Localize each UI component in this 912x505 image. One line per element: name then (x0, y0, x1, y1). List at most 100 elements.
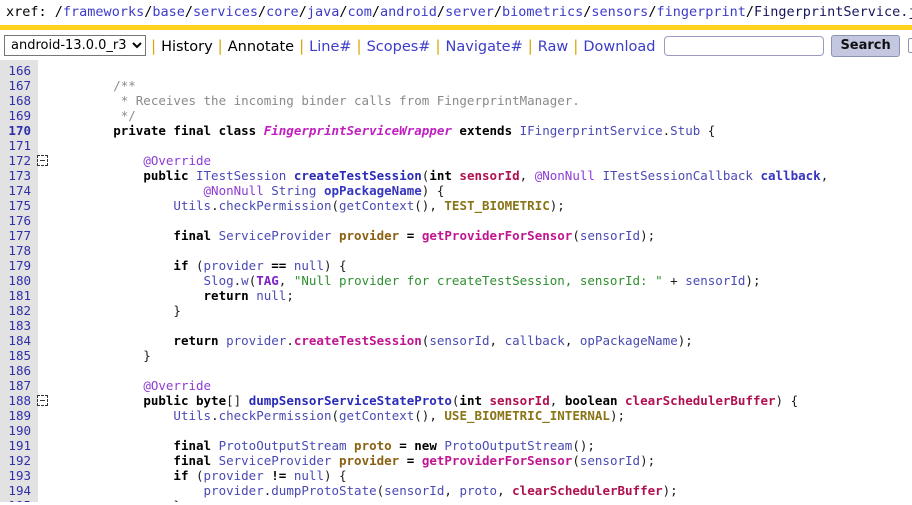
search-button[interactable]: Search (831, 34, 900, 57)
line-number[interactable]: 171 (0, 138, 31, 153)
navigate-link[interactable]: Navigate# (446, 39, 523, 55)
token-plain: , (278, 273, 294, 288)
history-link[interactable]: History (161, 39, 213, 55)
token-param: clearSchedulerBuffer (512, 483, 663, 498)
download-link[interactable]: Download (583, 39, 655, 55)
code-fold-toggle-icon[interactable] (36, 395, 48, 406)
line-number[interactable]: 195 (0, 498, 31, 502)
token-var: proto (459, 483, 498, 498)
raw-link[interactable]: Raw (538, 39, 569, 55)
line-number[interactable]: 190 (0, 423, 31, 438)
line-number[interactable]: 172 (0, 153, 31, 168)
code-line: 176 (0, 213, 912, 228)
line-number[interactable]: 174 (0, 183, 31, 198)
token-plain: (); (572, 438, 595, 453)
code-fold-toggle-icon[interactable] (36, 155, 48, 166)
code-line: 195 } (0, 498, 912, 502)
line-number[interactable]: 185 (0, 348, 31, 363)
token-plain: . (211, 408, 219, 423)
code-text: public byte[] dumpSensorServiceStateProt… (53, 393, 798, 408)
line-number[interactable]: 181 (0, 288, 31, 303)
path-segment-server[interactable]: server (445, 4, 494, 20)
token-kw: if (173, 258, 196, 273)
line-number[interactable]: 192 (0, 453, 31, 468)
token-plain: , (444, 483, 460, 498)
path-separator: / (54, 4, 63, 20)
line-number[interactable]: 186 (0, 363, 31, 378)
token-var: callback (504, 333, 565, 348)
token-var: null (256, 288, 287, 303)
code-line: 166 (0, 63, 912, 78)
token-plain: + (662, 273, 686, 288)
code-lines: 166 167 /** 168 * Receives the incoming bi… (0, 60, 912, 502)
path-segment-core[interactable]: core (266, 4, 299, 20)
line-number[interactable]: 177 (0, 228, 31, 243)
token-meth: dumpSensorServiceStateProto (248, 393, 452, 408)
scopes-link[interactable]: Scopes# (367, 39, 431, 55)
code-text: @Override (53, 153, 211, 168)
line-number[interactable]: 187 (0, 378, 31, 393)
token-cmt: * Receives the incoming binder calls fro… (120, 93, 580, 108)
path-separator: / (258, 4, 267, 20)
line-number[interactable]: 180 (0, 273, 31, 288)
line-number[interactable]: 176 (0, 213, 31, 228)
token-str: "Null provider for createTestSession, se… (293, 273, 663, 288)
annotate-link[interactable]: Annotate (228, 39, 294, 55)
line-number[interactable]: 193 (0, 468, 31, 483)
line-number[interactable]: 175 (0, 198, 31, 213)
line-number[interactable]: 184 (0, 333, 31, 348)
line-number[interactable]: 194 (0, 483, 31, 498)
token-var: sensorId (384, 483, 445, 498)
project-version-select[interactable]: android-13.0.0_r3 (4, 35, 146, 56)
token-anno: @NonNull (534, 168, 603, 183)
path-segment-fingerprint[interactable]: fingerprint (656, 4, 745, 20)
line-number-link[interactable]: Line# (309, 39, 351, 55)
code-text: final ServiceProvider provider = getProv… (53, 228, 655, 243)
line-number[interactable]: 173 (0, 168, 31, 183)
token-cmt: */ (120, 108, 136, 123)
search-input[interactable] (664, 35, 825, 56)
path-segment-sensors[interactable]: sensors (591, 4, 648, 20)
path-segment-frameworks[interactable]: frameworks (63, 4, 144, 20)
line-number[interactable]: 169 (0, 108, 31, 123)
source-code-viewer[interactable]: 166 167 /** 168 * Receives the incoming bi… (0, 60, 912, 502)
line-number[interactable]: 168 (0, 93, 31, 108)
path-segment-android[interactable]: android (380, 4, 437, 20)
line-number[interactable]: 167 (0, 78, 31, 93)
line-number[interactable]: 179 (0, 258, 31, 273)
path-segment-java[interactable]: java (307, 4, 340, 20)
xref-breadcrumb: xref: /frameworks/base/services/core/jav… (0, 0, 912, 25)
token-plain: , (549, 393, 565, 408)
code-text: return provider.createTestSession(sensor… (53, 333, 692, 348)
token-methm: createTestSession (293, 333, 422, 348)
token-kw: if (173, 468, 196, 483)
line-number[interactable]: 182 (0, 303, 31, 318)
token-type: ITestSession (196, 168, 294, 183)
token-var: sensorId (579, 453, 641, 468)
code-line: 177 final ServiceProvider provider = get… (0, 228, 912, 243)
token-plain: ); (662, 483, 678, 498)
path-segment-biometrics[interactable]: biometrics (502, 4, 583, 20)
line-number[interactable]: 191 (0, 438, 31, 453)
code-text: * Receives the incoming binder calls fro… (53, 93, 580, 108)
code-line: 180 Slog.w(TAG, "Null provider for creat… (0, 273, 912, 288)
line-number[interactable]: 189 (0, 408, 31, 423)
line-number[interactable]: 170 (0, 123, 31, 138)
toolbar-divider: | (151, 36, 157, 55)
match-case-checkbox[interactable] (907, 38, 912, 53)
path-segment-services[interactable]: services (193, 4, 258, 20)
token-type: IFingerprintService (519, 123, 663, 138)
path-segment-com[interactable]: com (347, 4, 371, 20)
token-plain: ); (640, 453, 656, 468)
line-number[interactable]: 183 (0, 318, 31, 333)
token-plain: } (53, 348, 151, 363)
token-kw: public (143, 168, 196, 183)
line-number[interactable]: 166 (0, 63, 31, 78)
line-number[interactable]: 188 (0, 393, 31, 408)
code-text: return null; (53, 288, 294, 303)
path-segment-base[interactable]: base (152, 4, 185, 20)
code-line: 170 private final class FingerprintServi… (0, 123, 912, 138)
line-number[interactable]: 178 (0, 243, 31, 258)
